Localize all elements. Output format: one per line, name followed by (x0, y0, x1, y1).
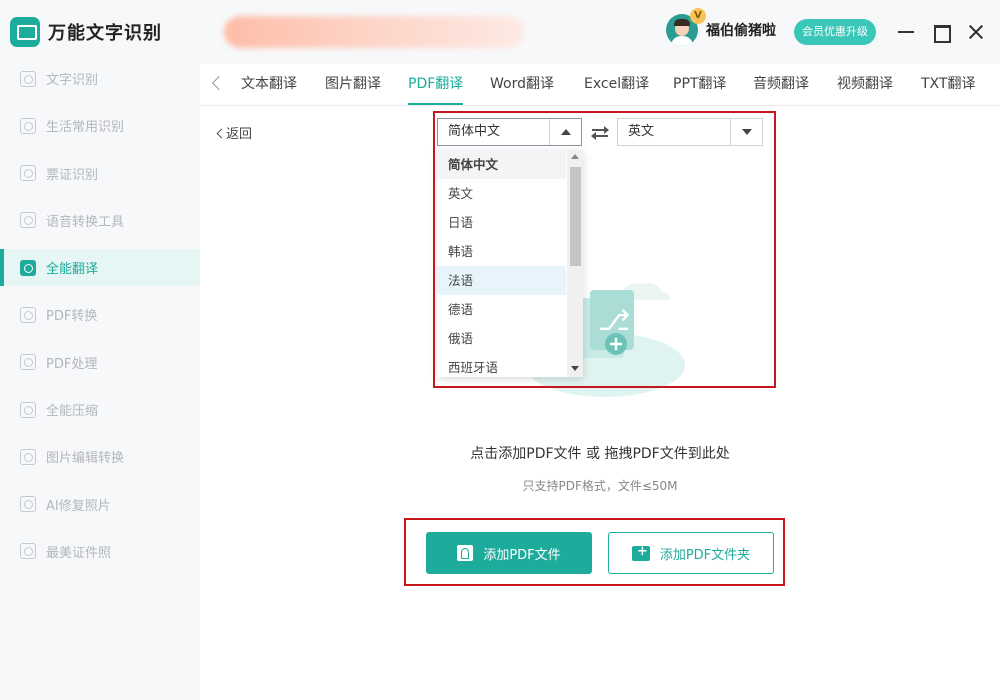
back-button[interactable]: 返回 (214, 123, 252, 142)
sidebar-item-label: 全能翻译 (46, 262, 99, 278)
tab-excel-translate[interactable]: Excel翻译 (584, 73, 649, 93)
add-pdf-file-button[interactable]: 添加PDF文件 (426, 532, 592, 574)
app-name: 万能文字识别 (48, 23, 162, 44)
upload-instruction[interactable]: 点击添加PDF文件 或 拖拽PDF文件到此处 (400, 443, 800, 463)
upload-hint: 只支持PDF格式，文件≤50M (522, 479, 678, 493)
highlight-box-language (433, 111, 776, 388)
tab-pdf-translate[interactable]: PDF翻译 (408, 73, 464, 105)
pdf-icon (457, 545, 474, 561)
sidebar-item-daily-recognition[interactable]: 生活常用识别 (0, 107, 200, 144)
tab-ppt-translate[interactable]: PPT翻译 (673, 73, 726, 93)
minimize-icon[interactable] (894, 20, 918, 44)
audio-convert-icon (20, 212, 36, 229)
sidebar-item-label: 文字识别 (46, 73, 99, 88)
sidebar-item-audio-tools[interactable]: 语音转换工具 (0, 202, 200, 239)
tab-txt-translate[interactable]: TXT翻译 (921, 73, 975, 93)
user-info[interactable]: 福伯偷猪啦 (666, 14, 776, 46)
vip-badge: V (690, 8, 706, 24)
chevron-left-icon (214, 127, 224, 139)
sidebar-item-pdf-convert[interactable]: PDF转换 (0, 296, 200, 333)
upgrade-button[interactable]: 会员优惠升级 (794, 19, 876, 45)
username: 福伯偷猪啦 (706, 23, 776, 39)
sidebar-item-image-edit[interactable]: 图片编辑转换 (0, 438, 200, 475)
sidebar-item-text-recognition[interactable]: 文字识别 (0, 60, 200, 97)
sidebar: 万能文字识别 文字识别 生活常用识别 票证识别 语音转换工具 全能翻译 PDF转… (0, 0, 200, 700)
translate-tabs: 文本翻译 图片翻译 PDF翻译 Word翻译 Excel翻译 PPT翻译 音频翻… (200, 64, 1000, 106)
app-logo-icon (10, 17, 40, 47)
sidebar-item-translate[interactable]: 全能翻译 (0, 249, 200, 287)
sidebar-item-label: PDF处理 (46, 356, 98, 372)
tab-video-translate[interactable]: 视频翻译 (837, 73, 893, 93)
text-scan-icon (20, 70, 36, 87)
sidebar-item-label: 票证识别 (46, 167, 99, 183)
add-pdf-folder-button[interactable]: 添加PDF文件夹 (608, 532, 774, 574)
sidebar-item-ai-repair[interactable]: AI修复照片 (0, 486, 200, 523)
add-pdf-folder-label: 添加PDF文件夹 (659, 547, 751, 563)
sidebar-item-label: 语音转换工具 (46, 214, 125, 230)
scan-icon (20, 117, 36, 134)
app-title: 万能文字识别 (10, 16, 162, 48)
maximize-icon[interactable] (929, 20, 953, 44)
sidebar-item-label: 生活常用识别 (46, 120, 125, 136)
header: 福伯偷猪啦 V 会员优惠升级 (200, 0, 1000, 64)
add-pdf-file-label: 添加PDF文件 (483, 547, 561, 563)
sidebar-item-compress[interactable]: 全能压缩 (0, 391, 200, 428)
sidebar-item-label: PDF转换 (46, 309, 98, 325)
image-edit-icon (20, 448, 36, 465)
sidebar-nav: 文字识别 生活常用识别 票证识别 语音转换工具 全能翻译 PDF转换 PDF处理 (0, 60, 200, 580)
tab-text-translate[interactable]: 文本翻译 (241, 73, 297, 93)
sidebar-item-id-photo[interactable]: 最美证件照 (0, 533, 200, 570)
sidebar-item-label: 全能压缩 (46, 404, 99, 420)
tab-word-translate[interactable]: Word翻译 (490, 73, 554, 93)
ai-repair-icon (20, 496, 36, 513)
translate-icon (20, 259, 36, 276)
pdf-convert-icon (20, 306, 36, 323)
ticket-scan-icon (20, 165, 36, 182)
sidebar-item-pdf-process[interactable]: PDF处理 (0, 344, 200, 381)
close-icon[interactable] (964, 20, 988, 44)
sidebar-item-ticket-recognition[interactable]: 票证识别 (0, 155, 200, 192)
back-label: 返回 (226, 127, 253, 142)
tab-image-translate[interactable]: 图片翻译 (325, 73, 381, 93)
sidebar-item-label: 最美证件照 (46, 545, 112, 561)
sidebar-item-label: 图片编辑转换 (46, 451, 125, 467)
pdf-process-icon (20, 354, 36, 371)
folder-add-icon (631, 544, 650, 561)
compress-icon (20, 401, 36, 418)
id-photo-icon (20, 543, 36, 560)
blurred-banner (224, 16, 524, 48)
tab-audio-translate[interactable]: 音频翻译 (753, 73, 809, 93)
sidebar-item-label: AI修复照片 (46, 498, 111, 514)
chevron-left-icon[interactable] (210, 76, 224, 90)
